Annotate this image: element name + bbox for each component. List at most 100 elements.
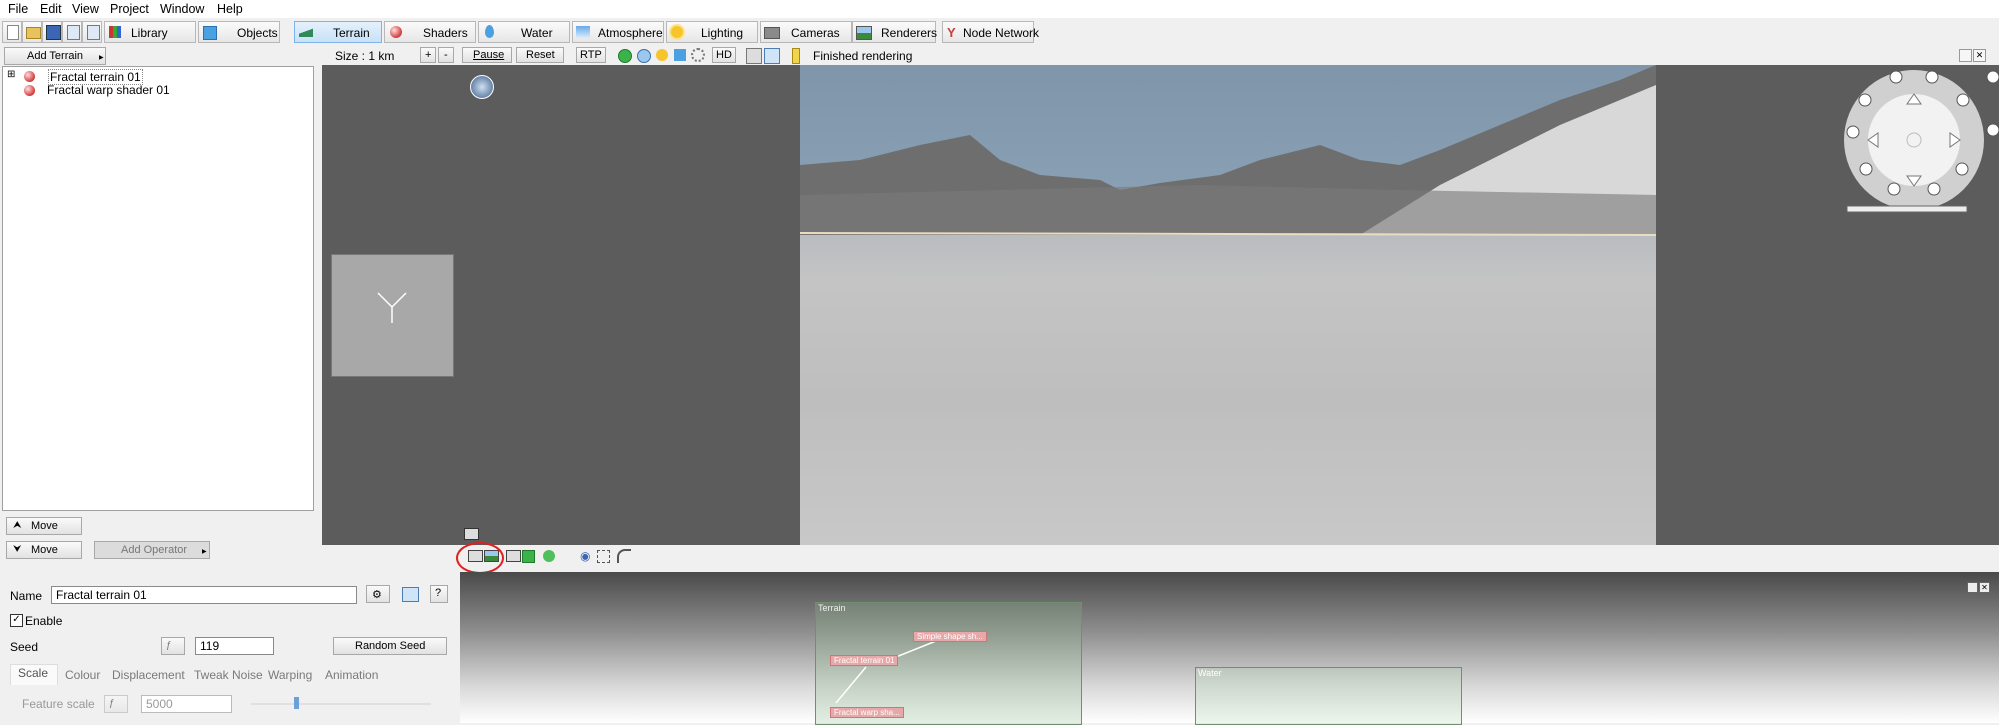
tree-item-fractal-warp-shader[interactable]: Fractal warp shader 01 bbox=[47, 83, 170, 97]
node-fractal-terrain[interactable]: Fractal terrain 01 bbox=[830, 655, 899, 666]
water-icon[interactable] bbox=[674, 49, 686, 61]
menu-view[interactable]: View bbox=[72, 2, 99, 16]
tab-shaders[interactable]: Shaders bbox=[384, 21, 476, 43]
render-status: Finished rendering bbox=[813, 49, 913, 63]
node-simple-shape[interactable]: Simple shape sh... bbox=[913, 631, 987, 642]
enable-checkbox[interactable]: ✓ bbox=[10, 614, 23, 627]
menu-bar: File Edit View Project Window Help bbox=[0, 0, 1999, 18]
preview-icon bbox=[87, 25, 100, 40]
move-up-button[interactable]: ⮝ Move bbox=[6, 517, 82, 535]
tab-terrain-label: Terrain bbox=[333, 26, 370, 40]
node-group-water[interactable]: Water bbox=[1195, 667, 1462, 725]
preview-button[interactable] bbox=[82, 21, 102, 43]
settings-gear-icon[interactable] bbox=[691, 48, 705, 62]
feature-scale-options-button[interactable]: ƒ bbox=[104, 695, 128, 713]
render-preview[interactable] bbox=[800, 65, 1656, 545]
crop-icon[interactable] bbox=[764, 48, 780, 64]
open-file-button[interactable] bbox=[22, 21, 42, 43]
pause-button[interactable]: Pause bbox=[462, 47, 512, 63]
reset-label: Reset bbox=[526, 49, 555, 61]
expand-icon[interactable]: ⊞ bbox=[7, 69, 15, 80]
feature-scale-slider-thumb[interactable] bbox=[294, 697, 299, 709]
cloud-icon[interactable] bbox=[637, 49, 651, 63]
tab-library-label: Library bbox=[131, 26, 168, 40]
tab-warping[interactable]: Warping bbox=[268, 668, 312, 682]
curve-icon[interactable] bbox=[617, 549, 631, 563]
enable-label: Enable bbox=[25, 614, 63, 628]
menu-project[interactable]: Project bbox=[110, 2, 149, 16]
save-button[interactable] bbox=[42, 21, 62, 43]
tab-colour[interactable]: Colour bbox=[65, 668, 100, 682]
light-icon[interactable] bbox=[656, 49, 668, 61]
tab-renderers-label: Renderers bbox=[881, 26, 938, 40]
function-icon: ƒ bbox=[166, 640, 172, 651]
layout-icon[interactable] bbox=[402, 587, 419, 602]
preview-icon[interactable] bbox=[522, 550, 535, 563]
new-file-button[interactable] bbox=[2, 21, 22, 43]
restore-icon[interactable] bbox=[1967, 582, 1978, 593]
move-down-button[interactable]: ⮟ Move bbox=[6, 541, 82, 559]
expand-viewport-icon[interactable] bbox=[464, 528, 479, 540]
random-seed-button[interactable]: Random Seed bbox=[333, 637, 447, 655]
add-terrain-button[interactable]: Add Terrain ▶ bbox=[4, 47, 106, 65]
tab-animation[interactable]: Animation bbox=[325, 668, 378, 682]
menu-window[interactable]: Window bbox=[160, 2, 204, 16]
gear-menu-button[interactable]: ⚙ bbox=[366, 585, 390, 603]
node-network-panel[interactable]: ✕ Terrain Simple shape sh... Fractal ter… bbox=[460, 572, 1999, 725]
water-drop-icon bbox=[485, 25, 494, 38]
close-icon[interactable]: ✕ bbox=[1979, 582, 1990, 593]
tab-node-network[interactable]: Y Node Network bbox=[942, 21, 1039, 43]
tab-renderers[interactable]: Renderers bbox=[852, 21, 938, 43]
menu-help[interactable]: Help bbox=[217, 2, 243, 16]
tab-lighting[interactable]: Lighting bbox=[666, 21, 758, 43]
tab-atmosphere[interactable]: Atmosphere bbox=[572, 21, 664, 43]
dropdown-arrow-icon: ▶ bbox=[202, 549, 207, 555]
node-group-terrain[interactable]: Terrain Simple shape sh... Fractal terra… bbox=[815, 602, 1082, 725]
lock-icon[interactable] bbox=[792, 48, 800, 64]
tab-terrain[interactable]: Terrain bbox=[294, 21, 382, 43]
export-button[interactable] bbox=[62, 21, 82, 43]
tab-atmosphere-label: Atmosphere bbox=[598, 26, 663, 40]
menu-edit[interactable]: Edit bbox=[40, 2, 62, 16]
rtp-button[interactable]: RTP bbox=[576, 47, 606, 63]
help-button[interactable]: ? bbox=[430, 585, 448, 603]
menu-file[interactable]: File bbox=[8, 2, 28, 16]
camera-preview[interactable] bbox=[331, 254, 454, 377]
camera-preview-gizmo-icon bbox=[377, 292, 407, 323]
add-operator-label: Add Operator bbox=[121, 544, 188, 556]
seed-options-button[interactable]: ƒ bbox=[161, 637, 185, 655]
orientation-orb-icon[interactable] bbox=[470, 75, 494, 99]
seed-field[interactable]: 119 bbox=[195, 637, 274, 655]
brush-icon[interactable] bbox=[746, 48, 762, 64]
refresh-icon[interactable] bbox=[543, 550, 555, 562]
node-group-water-label: Water bbox=[1198, 668, 1222, 678]
size-decrease-button[interactable]: - bbox=[438, 47, 454, 63]
tab-objects[interactable]: Objects bbox=[198, 21, 280, 43]
shader-ball-icon bbox=[390, 26, 402, 38]
name-field[interactable]: Fractal terrain 01 bbox=[51, 586, 357, 604]
tab-tweak-noise[interactable]: Tweak Noise bbox=[194, 668, 263, 682]
size-increase-button[interactable]: + bbox=[420, 47, 436, 63]
add-operator-button[interactable]: Add Operator ▶ bbox=[94, 541, 210, 559]
navigation-widget[interactable] bbox=[1823, 70, 1999, 215]
eye-icon[interactable]: ◉ bbox=[580, 549, 590, 563]
camera-icon[interactable] bbox=[506, 550, 521, 562]
feature-scale-slider-track[interactable] bbox=[251, 703, 431, 705]
close-icon[interactable]: ✕ bbox=[1973, 49, 1986, 62]
feature-scale-label: Feature scale bbox=[22, 697, 95, 711]
tab-displacement[interactable]: Displacement bbox=[112, 668, 185, 682]
node-fractal-warp[interactable]: Fractal warp sha... bbox=[830, 707, 904, 718]
tab-scale[interactable]: Scale bbox=[18, 666, 48, 680]
reset-button[interactable]: Reset bbox=[516, 47, 564, 63]
tab-shaders-label: Shaders bbox=[423, 26, 468, 40]
sphere-icon[interactable] bbox=[618, 49, 632, 63]
hd-button[interactable]: HD bbox=[712, 47, 736, 63]
tab-cameras[interactable]: Cameras bbox=[760, 21, 852, 43]
cube-icon bbox=[203, 26, 217, 40]
tab-library[interactable]: Library bbox=[104, 21, 196, 43]
tab-water-label: Water bbox=[521, 26, 553, 40]
restore-icon[interactable] bbox=[1959, 49, 1972, 62]
tab-water[interactable]: Water bbox=[478, 21, 570, 43]
frame-icon[interactable] bbox=[597, 550, 610, 563]
feature-scale-field[interactable]: 5000 bbox=[141, 695, 232, 713]
